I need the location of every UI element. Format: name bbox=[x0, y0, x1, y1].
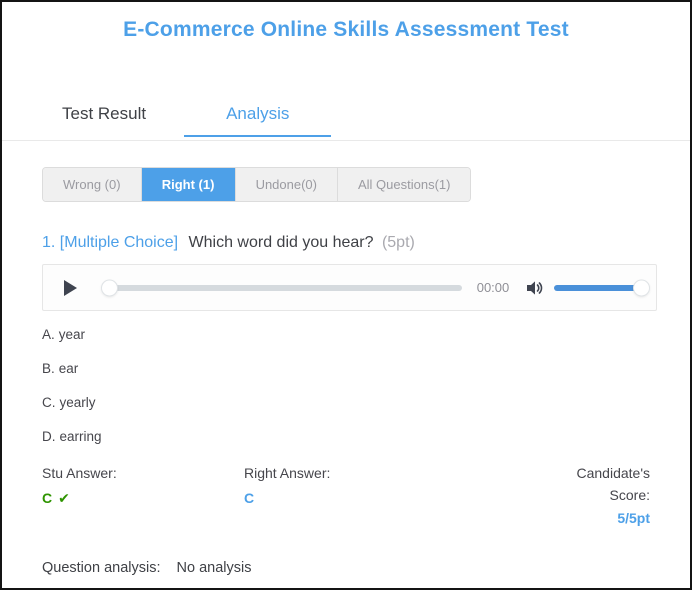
filter-wrong-button[interactable]: Wrong (0) bbox=[43, 168, 142, 201]
option-c-label: C. bbox=[42, 395, 56, 410]
candidate-score-block: Candidate's Score: 5/5pt bbox=[538, 463, 650, 526]
filter-right-button[interactable]: Right (1) bbox=[142, 168, 236, 201]
seek-bar[interactable] bbox=[103, 285, 462, 291]
correct-check-icon: ✔ bbox=[58, 490, 70, 506]
candidate-score-value: 5/5pt bbox=[538, 510, 650, 526]
speaker-icon bbox=[526, 280, 544, 296]
question-analysis-row: Question analysis: No analysis bbox=[42, 560, 650, 576]
tab-bar: Test Result Analysis bbox=[2, 94, 690, 141]
answer-summary: Stu Answer: C✔ Right Answer: C Candidate… bbox=[42, 463, 650, 526]
option-d-label: D. bbox=[42, 429, 56, 444]
question-analysis-value: No analysis bbox=[177, 560, 252, 576]
right-answer-value: C bbox=[244, 490, 538, 506]
stu-answer-letter: C bbox=[42, 490, 52, 506]
seek-thumb[interactable] bbox=[101, 279, 118, 296]
option-a-text: year bbox=[59, 327, 85, 342]
volume-thumb[interactable] bbox=[633, 279, 650, 296]
assessment-window: E-Commerce Online Skills Assessment Test… bbox=[0, 0, 692, 590]
question-analysis-label: Question analysis: bbox=[42, 560, 160, 576]
question-number-and-type: 1. [Multiple Choice] bbox=[42, 234, 178, 251]
playback-time: 00:00 bbox=[474, 280, 512, 295]
play-icon bbox=[64, 280, 77, 296]
answer-options: A. year B. ear C. yearly D. earring bbox=[42, 327, 650, 444]
option-b: B. ear bbox=[42, 361, 650, 376]
option-a: A. year bbox=[42, 327, 650, 342]
option-d-text: earring bbox=[60, 429, 102, 444]
question-text: Which word did you hear? bbox=[189, 234, 374, 251]
volume-button[interactable] bbox=[526, 280, 544, 296]
page-title: E-Commerce Online Skills Assessment Test bbox=[2, 18, 690, 42]
question-heading: 1. [Multiple Choice] Which word did you … bbox=[42, 234, 650, 252]
stu-answer-label: Stu Answer: bbox=[42, 463, 244, 485]
option-d: D. earring bbox=[42, 429, 650, 444]
option-b-label: B. bbox=[42, 361, 55, 376]
stu-answer-value: C✔ bbox=[42, 490, 244, 507]
tab-test-result[interactable]: Test Result bbox=[42, 94, 166, 140]
option-c: C. yearly bbox=[42, 395, 650, 410]
option-a-label: A. bbox=[42, 327, 55, 342]
right-answer-block: Right Answer: C bbox=[244, 463, 538, 526]
option-c-text: yearly bbox=[60, 395, 96, 410]
option-b-text: ear bbox=[59, 361, 79, 376]
filter-all-questions-button[interactable]: All Questions(1) bbox=[338, 168, 470, 201]
filter-undone-button[interactable]: Undone(0) bbox=[236, 168, 338, 201]
volume-slider[interactable] bbox=[554, 285, 642, 291]
audio-player: 00:00 bbox=[42, 264, 657, 311]
question-points: (5pt) bbox=[382, 234, 415, 251]
tab-analysis[interactable]: Analysis bbox=[184, 94, 331, 140]
stu-answer-block: Stu Answer: C✔ bbox=[42, 463, 244, 526]
question-filter-group: Wrong (0) Right (1) Undone(0) All Questi… bbox=[42, 167, 471, 202]
candidate-score-label: Candidate's Score: bbox=[538, 463, 650, 506]
right-answer-label: Right Answer: bbox=[244, 463, 538, 485]
play-button[interactable] bbox=[59, 277, 81, 299]
